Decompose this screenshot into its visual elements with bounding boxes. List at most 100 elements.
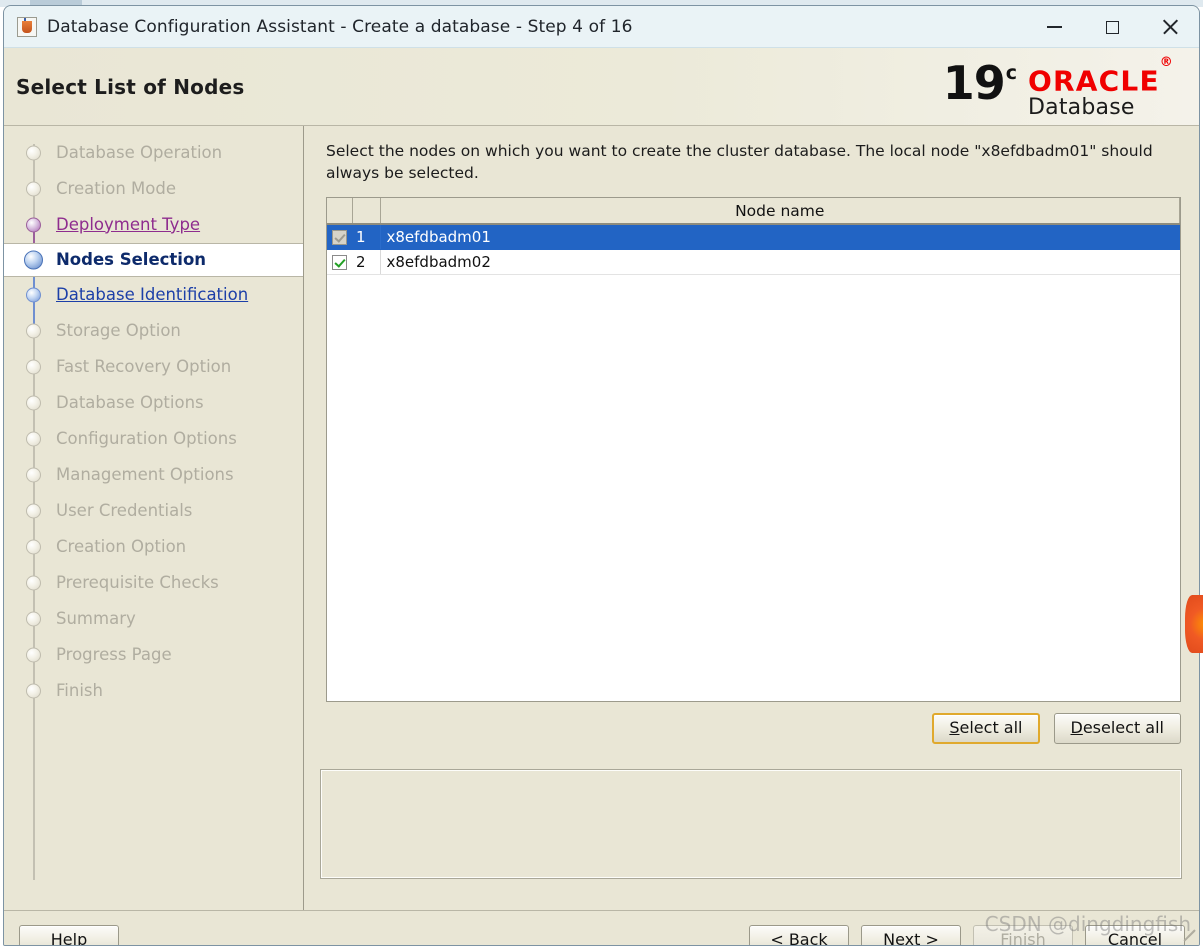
screen-root: Database Configuration Assistant - Creat…	[0, 0, 1203, 948]
help-button[interactable]: Help	[19, 925, 119, 946]
cancel-mnemonic: C	[1107, 930, 1120, 946]
maximize-button[interactable]	[1083, 6, 1141, 48]
message-panel	[320, 769, 1182, 879]
logo-version: 19	[942, 56, 1006, 110]
step-bullet-icon	[26, 575, 41, 591]
row-checkbox-cell[interactable]	[327, 249, 352, 275]
step-bullet-icon	[26, 181, 41, 197]
checkbox-icon	[332, 230, 347, 245]
sidebar-item-database-operation[interactable]: Database Operation	[4, 135, 303, 171]
step-bullet-icon	[26, 683, 41, 699]
row-node-name: x8efdbadm02	[380, 249, 1180, 275]
footer-left-buttons: Help	[19, 925, 119, 946]
next-mnemonic: N	[883, 930, 896, 946]
select-all-mnemonic: S	[949, 718, 960, 737]
sidebar-item-label: Management Options	[56, 464, 234, 484]
finish-button: Finish	[973, 925, 1073, 946]
sidebar-item-label: Configuration Options	[56, 428, 237, 448]
sidebar-item-creation-option[interactable]: Creation Option	[4, 529, 303, 565]
step-bullet-icon	[26, 467, 41, 483]
instructions-text: Select the nodes on which you want to cr…	[326, 142, 1153, 182]
sidebar-item-label: Database Operation	[56, 142, 223, 162]
finish-label: inish	[1008, 930, 1046, 946]
minimize-icon	[1046, 26, 1062, 28]
sidebar-item-fast-recovery-option[interactable]: Fast Recovery Option	[4, 349, 303, 385]
row-index: 2	[352, 249, 381, 275]
sidebar-item-label: Nodes Selection	[56, 249, 207, 269]
sidebar-item-creation-mode[interactable]: Creation Mode	[4, 171, 303, 207]
sidebar-item-label: Deployment Type	[56, 214, 201, 234]
sidebar-item-database-identification[interactable]: Database Identification	[4, 277, 303, 313]
select-all-label: elect all	[959, 718, 1023, 737]
select-all-button[interactable]: Select all	[932, 713, 1040, 744]
step-bullet-icon	[26, 539, 41, 555]
logo-brand-sup: ®	[1159, 54, 1174, 70]
logo-version-sup: c	[1005, 62, 1018, 84]
table-row[interactable]: 2 x8efdbadm02	[327, 249, 1180, 275]
sidebar-item-label: User Credentials	[56, 500, 193, 520]
sidebar-item-database-options[interactable]: Database Options	[4, 385, 303, 421]
sidebar-item-label: Finish	[56, 680, 103, 700]
maximize-icon	[1105, 20, 1119, 34]
step-bullet-icon	[26, 323, 41, 339]
sidebar-item-nodes-selection[interactable]: Nodes Selection	[4, 243, 303, 277]
page-header: Select List of Nodes 19 c ORACLE® Databa…	[4, 48, 1199, 126]
minimize-button[interactable]	[1025, 6, 1083, 48]
step-bullet-icon	[26, 503, 41, 519]
step-bullet-icon	[26, 395, 41, 411]
checkbox-icon	[332, 255, 347, 270]
step-bullet-icon	[24, 250, 43, 270]
help-label: elp	[62, 930, 88, 946]
sidebar-item-label: Storage Option	[56, 320, 181, 340]
background-firefox-icon	[1185, 595, 1203, 653]
resize-grip[interactable]	[1182, 928, 1196, 942]
step-bullet-icon	[26, 431, 41, 447]
sidebar-item-label: Fast Recovery Option	[56, 356, 232, 376]
sidebar-item-storage-option[interactable]: Storage Option	[4, 313, 303, 349]
table-row[interactable]: 1 x8efdbadm01	[327, 224, 1180, 250]
sidebar-item-finish[interactable]: Finish	[4, 673, 303, 709]
step-bullet-icon	[26, 611, 41, 627]
footer-right-buttons: < Back Next > Finish Cancel	[749, 925, 1185, 946]
java-coffee-cup-icon	[17, 16, 37, 37]
sidebar-item-deployment-type[interactable]: Deployment Type	[4, 207, 303, 243]
column-header-checkbox[interactable]	[327, 198, 353, 225]
dialog-footer: Help < Back Next > Finish Cancel	[4, 910, 1199, 946]
step-bullet-icon	[26, 145, 41, 161]
sidebar-item-user-credentials[interactable]: User Credentials	[4, 493, 303, 529]
window-body: Database Operation Creation Mode Deploym…	[4, 126, 1199, 910]
sidebar-item-prerequisite-checks[interactable]: Prerequisite Checks	[4, 565, 303, 601]
step-bullet-icon	[26, 287, 41, 303]
sidebar-item-management-options[interactable]: Management Options	[4, 457, 303, 493]
window-title: Database Configuration Assistant - Creat…	[47, 16, 633, 37]
row-checkbox-cell[interactable]	[327, 224, 352, 250]
next-button[interactable]: Next >	[861, 925, 961, 946]
sidebar-item-label: Summary	[56, 608, 136, 628]
step-bullet-icon	[26, 359, 41, 375]
step-bullet-icon	[26, 217, 41, 233]
logo-brand: ORACLE®	[1028, 55, 1174, 98]
logo-product: Database	[1028, 95, 1135, 121]
close-button[interactable]	[1141, 6, 1199, 48]
sidebar-item-label: Database Options	[56, 392, 204, 412]
logo-brand-text: ORACLE	[1028, 64, 1160, 98]
nodes-table: Node name 1 x8efdbadm01 2 x8efdbadm02	[327, 198, 1180, 275]
sidebar-item-summary[interactable]: Summary	[4, 601, 303, 637]
sidebar-item-label: Database Identification	[56, 284, 249, 304]
column-header-node-name[interactable]: Node name	[380, 198, 1180, 225]
nodes-table-container[interactable]: Node name 1 x8efdbadm01 2 x8efdbadm02	[326, 197, 1181, 702]
table-header-row: Node name	[327, 198, 1180, 225]
oracle-database-logo: 19 c ORACLE® Database	[942, 55, 1174, 121]
sidebar-item-label: Prerequisite Checks	[56, 572, 219, 592]
deselect-all-button[interactable]: Deselect all	[1053, 713, 1181, 744]
column-header-index[interactable]	[352, 198, 381, 225]
cancel-button[interactable]: Cancel	[1085, 925, 1185, 946]
deselect-all-mnemonic: D	[1070, 718, 1083, 737]
sidebar-item-configuration-options[interactable]: Configuration Options	[4, 421, 303, 457]
back-button[interactable]: < Back	[749, 925, 849, 946]
window-titlebar: Database Configuration Assistant - Creat…	[4, 6, 1199, 48]
sidebar-item-progress-page[interactable]: Progress Page	[4, 637, 303, 673]
back-label: ack	[799, 930, 828, 946]
back-mnemonic: B	[788, 930, 800, 946]
step-bullet-icon	[26, 647, 41, 663]
